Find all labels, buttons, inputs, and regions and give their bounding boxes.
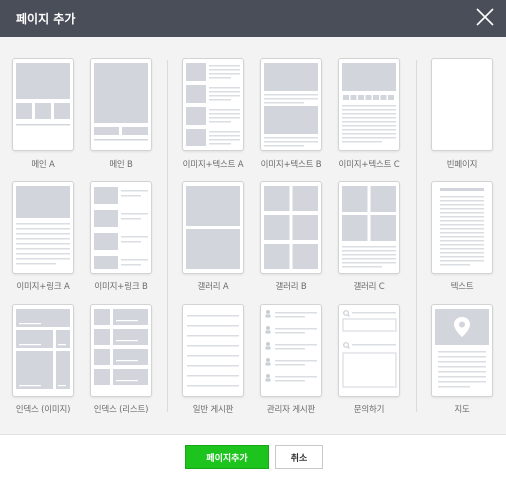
template-label: 이미지+텍스트 C: [338, 160, 400, 170]
template-card-text[interactable]: [431, 181, 493, 274]
admin-board-thumbnail: [265, 310, 317, 382]
close-icon[interactable]: [474, 6, 496, 28]
person-icon: [265, 310, 271, 382]
gallery-c-thumbnail: [342, 186, 396, 268]
template-label: 인덱스 (리스트): [93, 405, 149, 415]
main-b-thumbnail: [94, 63, 148, 141]
template-card-general-board[interactable]: [182, 304, 244, 397]
template-label: 갤러리 B: [275, 282, 307, 292]
search-icon: [343, 310, 350, 317]
index-list-thumbnail: [94, 309, 148, 385]
text-thumbnail: [440, 188, 484, 266]
template-label: 텍스트: [450, 282, 474, 292]
main-a-thumbnail: [16, 63, 70, 126]
dialog-titlebar: 페이지 추가: [0, 0, 506, 37]
general-board-thumbnail: [187, 315, 239, 387]
gallery-b-thumbnail: [264, 186, 318, 269]
template-label: 관리자 게시판: [266, 405, 316, 415]
template-card-image-text-c[interactable]: [338, 58, 400, 151]
gallery-a-thumbnail: [186, 186, 240, 269]
add-page-button[interactable]: 페이지추가: [185, 445, 269, 469]
template-card-gallery-a[interactable]: [182, 181, 244, 274]
template-label: 메인 B: [109, 160, 133, 170]
template-card-blank-page[interactable]: [431, 58, 493, 151]
map-thumbnail: [435, 309, 489, 388]
blank-page-thumbnail: [432, 59, 492, 150]
inquiry-thumbnail: [342, 310, 397, 388]
group-divider: [167, 60, 168, 412]
template-card-gallery-c[interactable]: [338, 181, 400, 274]
template-card-image-text-a[interactable]: [182, 58, 244, 151]
template-label: 이미지+링크 B: [94, 282, 148, 292]
template-card-image-text-b[interactable]: [260, 58, 322, 151]
template-label: 갤러리 C: [353, 282, 385, 292]
template-label: 이미지+링크 A: [16, 282, 70, 292]
template-label: 이미지+텍스트 A: [182, 160, 244, 170]
template-card-main-b[interactable]: [90, 58, 152, 151]
dialog-title: 페이지 추가: [16, 12, 76, 26]
template-card-admin-board[interactable]: [260, 304, 322, 397]
template-card-gallery-b[interactable]: [260, 181, 322, 274]
template-card-main-a[interactable]: [12, 58, 74, 151]
cancel-button[interactable]: 취소: [275, 445, 323, 469]
template-card-image-link-a[interactable]: [12, 181, 74, 274]
image-link-a-thumbnail: [16, 186, 70, 265]
template-label: 지도: [454, 405, 470, 415]
group-divider: [416, 60, 417, 412]
template-label: 갤러리 A: [197, 282, 229, 292]
image-text-b-thumbnail: [264, 63, 318, 147]
template-card-index-list[interactable]: [90, 304, 152, 397]
template-label: 문의하기: [353, 405, 385, 415]
image-text-a-thumbnail: [186, 63, 240, 146]
template-label: 메인 A: [31, 160, 55, 170]
index-image-thumbnail: [16, 309, 70, 389]
template-card-image-link-b[interactable]: [90, 181, 152, 274]
template-card-map[interactable]: [431, 304, 493, 397]
template-label: 이미지+텍스트 B: [260, 160, 322, 170]
template-label: 일반 게시판: [192, 405, 234, 415]
template-label: 빈페이지: [446, 160, 478, 170]
image-text-c-thumbnail: [342, 63, 396, 143]
template-card-index-image[interactable]: [12, 304, 74, 397]
template-card-inquiry[interactable]: [338, 304, 400, 397]
image-link-b-thumbnail: [94, 187, 148, 269]
template-label: 인덱스 (이미지): [15, 405, 71, 415]
